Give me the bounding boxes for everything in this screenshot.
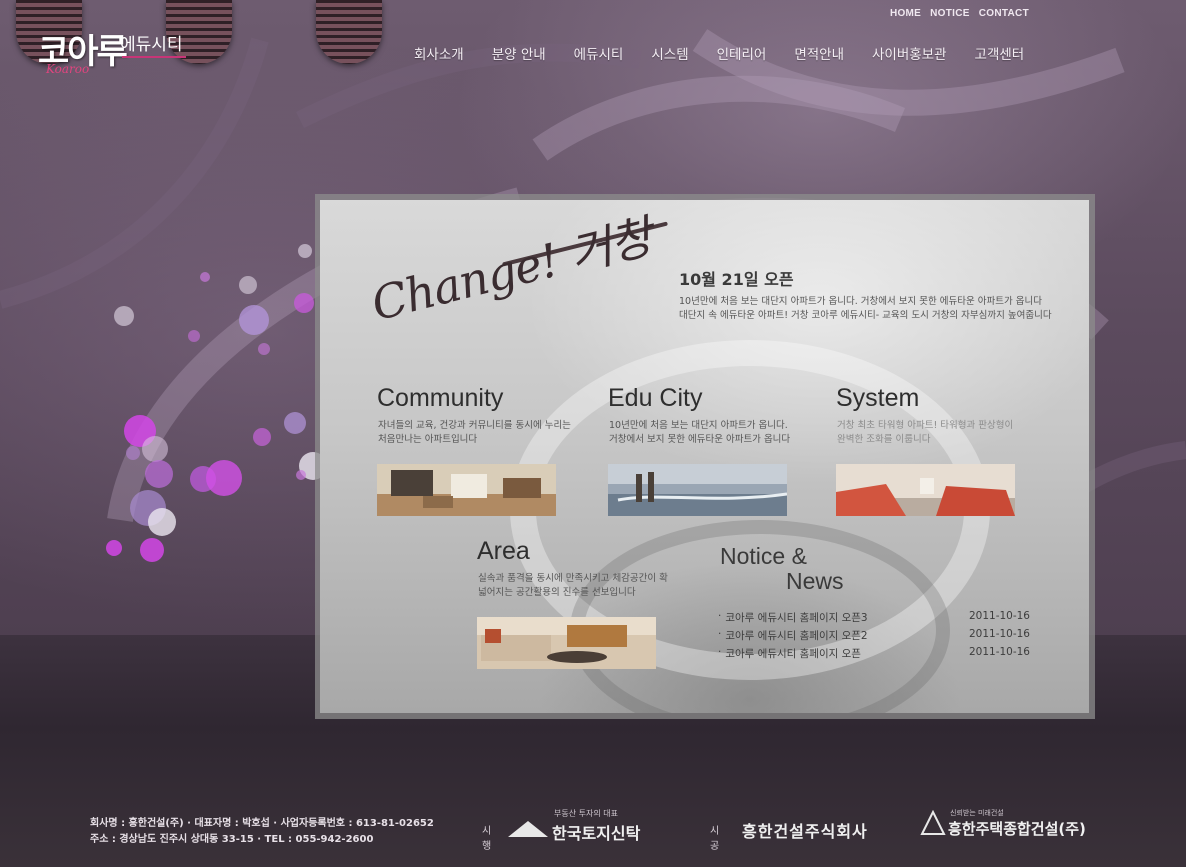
constructor-name: 흥한건설주식회사 [742, 822, 868, 841]
logo-english: Koaroo [46, 62, 90, 76]
area-thumbnail[interactable] [477, 617, 656, 669]
nav-cyber-pr[interactable]: 사이버홍보관 [872, 43, 947, 63]
community-thumbnail[interactable] [377, 464, 556, 516]
main-nav: 회사소개 분양 안내 에듀시티 시스템 인테리어 면적안내 사이버홍보관 고객센… [414, 43, 1052, 63]
constructor-label: 시공 [710, 826, 720, 852]
educity-thumbnail[interactable] [608, 464, 787, 516]
developer-label: 시행 [482, 826, 492, 852]
nav-interior[interactable]: 인테리어 [717, 43, 767, 63]
community-description: 자녀들의 교육, 건강과 커뮤니티를 동시에 누리는 처음만나는 아파트입니다 [378, 420, 571, 445]
area-description: 실속과 품격을 동시에 만족시키고 체감공간이 확 넓어지는 공간활용의 진수를… [478, 573, 668, 598]
logo-underline [122, 56, 186, 58]
notice-item-date: 2011-10-16 [968, 646, 1030, 658]
contact-link[interactable]: CONTACT [979, 8, 1029, 19]
area-title[interactable]: Area [477, 537, 530, 566]
notice-list: · 코아루 에듀시티 홈페이지 오픈3 2011-10-16 · 코아루 에듀시티 … [718, 610, 1030, 664]
developer-name: 한국토지신탁 [552, 824, 641, 843]
constructor-name-2: 흥한주택종합건설(주) [948, 820, 1086, 838]
nav-area-info[interactable]: 면적안내 [794, 43, 844, 63]
list-item[interactable]: · 코아루 에듀시티 홈페이지 오픈2 2011-10-16 [718, 628, 1030, 646]
notice-item-date: 2011-10-16 [968, 628, 1030, 640]
educity-title[interactable]: Edu City [608, 384, 702, 413]
nav-sales-info[interactable]: 분양 안내 [492, 43, 546, 63]
notice-news-title[interactable]: Notice & News [720, 544, 844, 594]
open-description: 10년만에 처음 보는 대단지 아파트가 옵니다. 거창에서 보지 못한 에듀타… [679, 296, 1052, 321]
notice-item-date: 2011-10-16 [968, 610, 1030, 622]
system-description: 거창 최초 타워형 아파트! 타워형과 판상형이 완벽한 조화를 이룹니다 [837, 420, 1014, 445]
site-logo[interactable]: 코아루 에듀시티 Koaroo [38, 20, 198, 84]
educity-description: 10년만에 처음 보는 대단지 아파트가 옵니다. 거창에서 보지 못한 에듀타… [609, 420, 791, 445]
developer-tagline: 부동산 투자의 대표 [554, 809, 618, 818]
notice-item-title[interactable]: 코아루 에듀시티 홈페이지 오픈2 [725, 628, 867, 646]
home-link[interactable]: HOME [890, 8, 921, 19]
open-date-title: 10월 21일 오픈 [679, 270, 794, 289]
system-title[interactable]: System [836, 384, 919, 413]
footer-company-info: 회사명 : 흥한건설(주) · 대표자명 : 박호섭 · 사업자등록번호 : 6… [90, 818, 434, 845]
triangle-logo-icon [508, 821, 548, 837]
system-thumbnail[interactable] [836, 464, 1015, 516]
hero-script-title: Change! 거창 [366, 209, 658, 332]
notice-link[interactable]: NOTICE [930, 8, 970, 19]
community-title[interactable]: Community [377, 384, 503, 413]
utility-links: HOME NOTICE CONTACT [890, 8, 1029, 19]
notice-item-title[interactable]: 코아루 에듀시티 홈페이지 오픈3 [725, 610, 867, 628]
nav-customer-center[interactable]: 고객센터 [975, 43, 1025, 63]
logo-subtitle: 에듀시티 [120, 35, 183, 55]
constructor-tagline: 신뢰받는 미래건설 [950, 809, 1004, 817]
triangle-logo-icon [920, 810, 946, 835]
main-panel: Change! 거창 10월 21일 오픈 10년만에 처음 보는 대단지 아파… [320, 200, 1089, 713]
nav-educity[interactable]: 에듀시티 [574, 43, 624, 63]
nav-company[interactable]: 회사소개 [414, 43, 464, 63]
nav-system[interactable]: 시스템 [651, 43, 688, 63]
pendant-lamp [316, 0, 382, 64]
notice-item-title[interactable]: 코아루 에듀시티 홈페이지 오픈 [725, 646, 861, 664]
list-item[interactable]: · 코아루 에듀시티 홈페이지 오픈3 2011-10-16 [718, 610, 1030, 628]
list-item[interactable]: · 코아루 에듀시티 홈페이지 오픈 2011-10-16 [718, 646, 1030, 664]
